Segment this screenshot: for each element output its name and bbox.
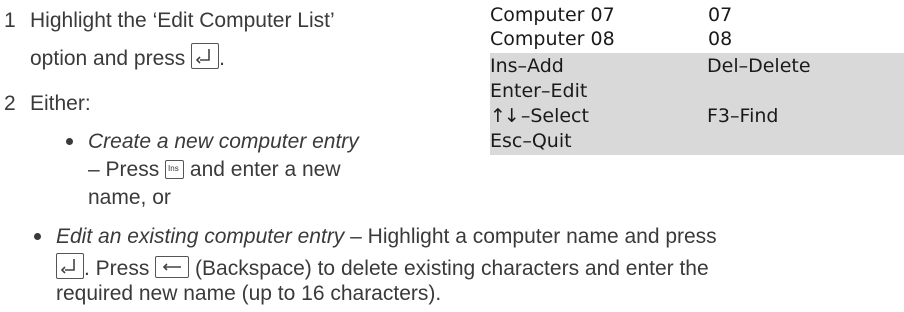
ins-add-command[interactable]: Ins–Add <box>490 55 564 77</box>
bullet-1-line-1: Create a new computer entry <box>88 129 359 154</box>
command-row-1: Ins–Add Del–Delete <box>490 55 904 77</box>
bullet-2-rest: – Highlight a computer name and press <box>344 225 717 248</box>
bullet-dot <box>66 138 73 145</box>
step-1-line-2: option and press . <box>30 43 225 71</box>
esc-quit-command[interactable]: Esc–Quit <box>490 130 572 152</box>
step-1-line-2-text: option and press <box>30 47 186 70</box>
f3-find-command[interactable]: F3–Find <box>707 105 778 127</box>
up-down-arrows-icon: ↑↓ <box>490 105 520 127</box>
bullet-2-press-text: . Press <box>84 257 150 280</box>
computer-name: Computer 08 <box>490 28 615 50</box>
step-1-number: 1 <box>4 9 16 32</box>
step-2-number: 2 <box>4 92 16 115</box>
enter-edit-command[interactable]: Enter–Edit <box>490 80 587 102</box>
backspace-key-icon <box>155 256 190 278</box>
computer-code: 07 <box>708 4 733 26</box>
enter-key-icon <box>191 43 220 69</box>
bullet-dot <box>34 233 41 240</box>
bullet-2-line-3: required new name (up to 16 characters). <box>56 282 442 305</box>
ins-key-icon: Ins <box>165 160 185 179</box>
bullet-1-enter-text: and enter a new <box>189 158 341 181</box>
step-1-line-2-end: . <box>219 47 225 70</box>
select-command-label: –Select <box>520 105 589 127</box>
bullet-1-line-3: name, or <box>88 186 171 209</box>
step-2-intro: Either: <box>30 92 91 115</box>
computer-name: Computer 07 <box>490 4 615 26</box>
bullet-2-lead: Edit an existing computer entry <box>56 225 345 248</box>
ins-key-label: Ins <box>168 164 179 173</box>
bullet-1-lead: Create a new computer entry <box>88 130 359 153</box>
command-row-2: Enter–Edit <box>490 80 587 102</box>
select-command[interactable]: ↑↓ –Select <box>490 105 589 127</box>
bullet-2-backspace-text: (Backspace) to delete existing character… <box>195 257 709 280</box>
bullet-1-press-text: – Press <box>88 158 160 181</box>
command-row-4: Esc–Quit <box>490 130 572 152</box>
osd-computer-list-panel: Computer 07 07 Computer 08 08 Ins–Add De… <box>490 0 904 155</box>
enter-key-icon <box>56 253 84 279</box>
del-delete-command[interactable]: Del–Delete <box>707 55 811 77</box>
computer-code: 08 <box>708 28 733 50</box>
command-bar: Ins–Add Del–Delete Enter–Edit ↑↓ –Select … <box>490 53 904 155</box>
step-1-line-1: Highlight the ‘Edit Computer List’ <box>30 9 335 32</box>
command-row-3: ↑↓ –Select F3–Find <box>490 105 904 127</box>
bullet-2-line-1: Edit an existing computer entry – Highli… <box>56 224 717 249</box>
bullet-2-line-2: . Press (Backspace) to delete existing c… <box>56 253 709 281</box>
bullet-1-line-2: – Press Ins and enter a new <box>88 157 341 182</box>
